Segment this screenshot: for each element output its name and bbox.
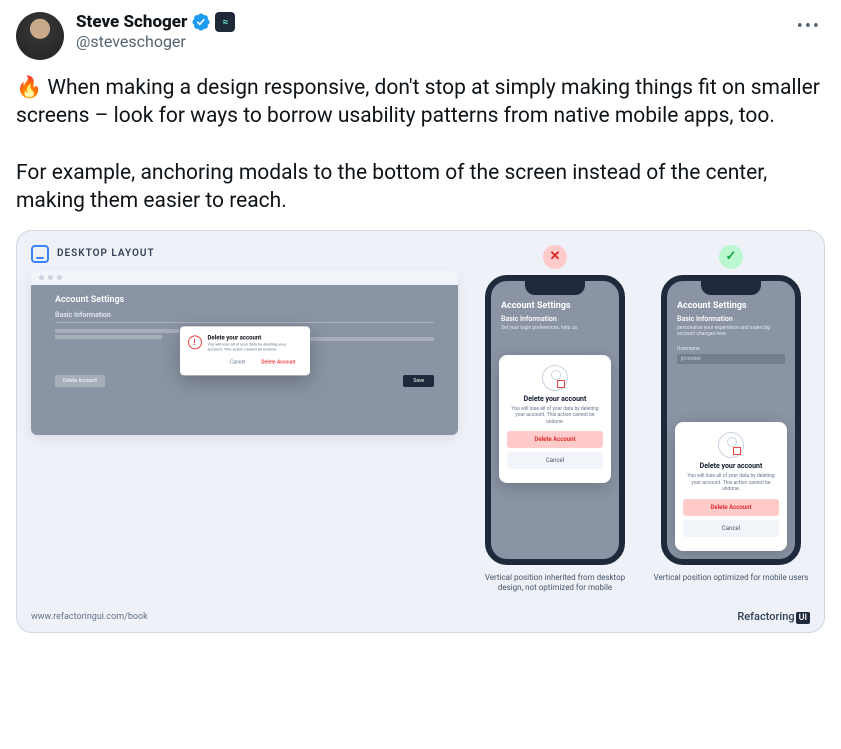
footer-url: www.refactoringui.com/book [31,612,148,622]
modal-title: Delete your account [683,462,779,470]
browser-mockup: Account Settings Basic Information Usern… [31,271,458,435]
tweet-text: 🔥 When making a design responsive, don't… [16,74,825,216]
display-name[interactable]: Steve Schoger [76,12,187,32]
mobile-modal-bottom: Delete your account You will lose all of… [675,422,787,551]
page-title: Account Settings [677,301,785,311]
desktop-icon [31,245,49,263]
cancel-button: Cancel [683,520,779,537]
modal-desc: You will lose all of your data by deleti… [683,473,779,493]
delete-button: Delete Account [507,431,603,448]
caption-bottom: Vertical position optimized for mobile u… [652,573,810,583]
desktop-label: DESKTOP LAYOUT [57,248,155,259]
good-indicator-icon: ✓ [719,245,743,269]
delete-button: Delete Account [683,499,779,516]
user-warning-icon [542,365,568,391]
user-warning-icon [718,432,744,458]
tweet-container: Steve Schoger ≈ @steveschoger ••• 🔥 When… [0,0,841,645]
section-desc: Set your login preferences, help us [501,325,609,332]
cancel-button: Cancel [507,452,603,469]
more-options-button[interactable]: ••• [793,12,825,41]
avatar[interactable] [16,12,64,60]
desktop-layout-panel: DESKTOP LAYOUT Account Settings Basic In… [31,245,458,435]
app-badge-icon: ≈ [215,12,235,32]
author-block: Steve Schoger ≈ @steveschoger [76,12,235,51]
caption-centered: Vertical position inherited from desktop… [476,573,634,594]
phone-bottom-panel: ✓ Account Settings Basic Information per… [652,245,810,583]
cancel-button: Cancel [224,357,251,367]
username-value: jimmdoe [677,354,785,364]
modal-desc: You will lose all of your data by deleti… [507,406,603,426]
field-label: Username [677,346,785,352]
tweet-header: Steve Schoger ≈ @steveschoger ••• [16,12,825,60]
section-desc: personalize your experience and make big… [677,325,785,338]
section-title: Basic Information [55,311,434,319]
verified-badge-icon [191,12,211,32]
warning-icon [188,336,202,350]
delete-button: Delete Account [255,357,301,367]
section-title: Basic Information [501,315,609,323]
phone-mockup-centered: Account Settings Basic Information Set y… [485,275,625,565]
footer-brand: RefactoringUI [737,610,810,624]
mobile-modal-centered: Delete your account You will lose all of… [499,355,611,484]
handle[interactable]: @steveschoger [76,32,235,51]
modal-desc: You will lose all of your data by deleti… [208,341,302,351]
attached-image[interactable]: DESKTOP LAYOUT Account Settings Basic In… [16,230,825,633]
phone-mockup-bottom: Account Settings Basic Information perso… [661,275,801,565]
section-title: Basic Information [677,315,785,323]
ghost-button: Delete Account [55,375,105,387]
modal-title: Delete your account [208,334,302,341]
page-title: Account Settings [55,295,434,305]
phone-centered-panel: ✕ Account Settings Basic Information Set… [476,245,634,594]
page-title: Account Settings [501,301,609,311]
desktop-modal: Delete your account You will lose all of… [180,326,310,375]
save-button: Save [403,375,434,387]
modal-title: Delete your account [507,395,603,403]
bad-indicator-icon: ✕ [543,245,567,269]
